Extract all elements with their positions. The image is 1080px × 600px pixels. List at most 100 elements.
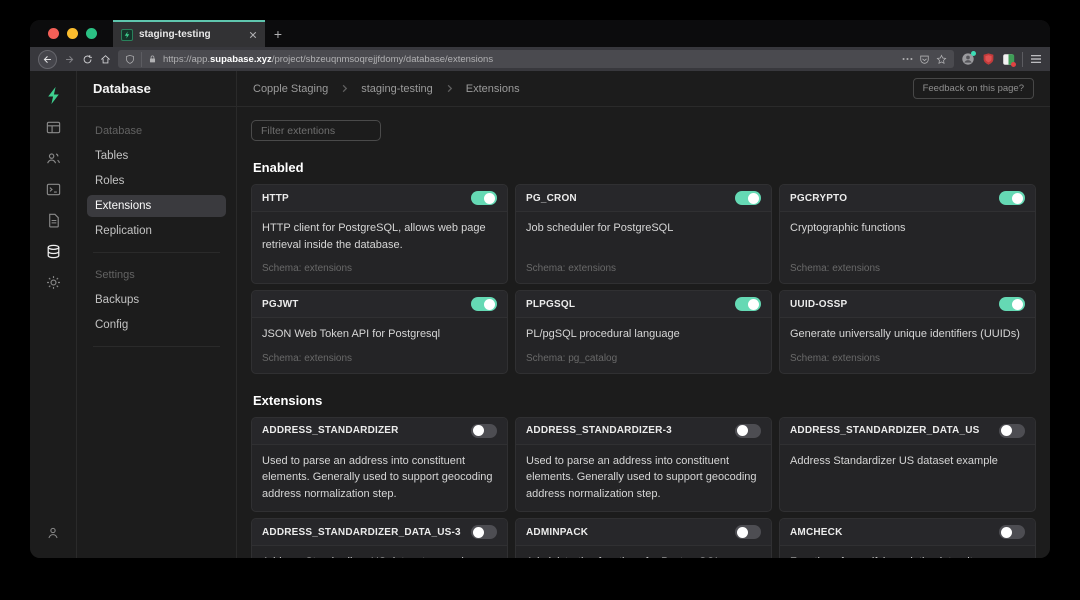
extension-description: Used to parse an address into constituen…: [262, 453, 497, 503]
extension-name: ADMINPACK: [526, 527, 588, 538]
extension-name: PGJWT: [262, 299, 299, 310]
page-header: Copple Staging staging-testing Extension…: [237, 71, 1050, 107]
extension-name: ADDRESS_STANDARDIZER-3: [526, 425, 672, 436]
extension-notification-dot: [971, 51, 976, 56]
password-extension-icon[interactable]: [1002, 53, 1015, 66]
sidebar-divider: [93, 346, 220, 347]
close-window-button[interactable]: [48, 28, 59, 39]
zoom-window-button[interactable]: [86, 28, 97, 39]
extension-toggle[interactable]: [999, 424, 1025, 438]
sidebar-group-label-settings: Settings: [87, 265, 226, 289]
database-icon[interactable]: [38, 236, 68, 266]
hamburger-menu-icon[interactable]: [1030, 54, 1042, 64]
extension-schema: Schema: pg_catalog: [526, 343, 761, 364]
enabled-extensions-grid: HTTP HTTP client for PostgreSQL, allows …: [251, 184, 1036, 374]
reload-button[interactable]: [82, 54, 93, 65]
extension-toggle[interactable]: [471, 525, 497, 539]
extension-toggle[interactable]: [999, 191, 1025, 205]
back-button[interactable]: [38, 50, 57, 69]
extension-card-plpgsql: PLPGSQL PL/pgSQL procedural languageSche…: [515, 290, 772, 374]
extension-schema: Schema: extensions: [262, 253, 497, 274]
sidebar-item-extensions[interactable]: Extensions: [87, 195, 226, 217]
sidebar-divider: [93, 252, 220, 253]
extension-card-address-standardizer-3: ADDRESS_STANDARDIZER-3 Used to parse an …: [515, 417, 772, 513]
extension-name: PG_CRON: [526, 193, 577, 204]
extension-toggle[interactable]: [735, 525, 761, 539]
extension-description: Used to parse an address into constituen…: [526, 453, 761, 503]
account-person-icon[interactable]: [38, 518, 68, 548]
auth-users-icon[interactable]: [38, 143, 68, 173]
extension-card-address-standardizer: ADDRESS_STANDARDIZER Used to parse an ad…: [251, 417, 508, 513]
extension-toggle[interactable]: [471, 424, 497, 438]
minimize-window-button[interactable]: [67, 28, 78, 39]
extension-card-pgcrypto: PGCRYPTO Cryptographic functionsSchema: …: [779, 184, 1036, 284]
desktop: { "browser": { "tab_title": "staging-tes…: [0, 0, 1080, 600]
extension-card-http: HTTP HTTP client for PostgreSQL, allows …: [251, 184, 508, 284]
extensions-page: Enabled HTTP HTTP client for PostgreSQL,…: [237, 107, 1050, 558]
chevron-right-icon: [340, 84, 349, 93]
supabase-favicon-icon: [121, 29, 133, 41]
window-controls: [30, 20, 113, 47]
feedback-button[interactable]: Feedback on this page?: [913, 78, 1034, 99]
extension-name: UUID-OSSP: [790, 299, 847, 310]
sql-terminal-icon[interactable]: [38, 174, 68, 204]
sidebar-item-config[interactable]: Config: [87, 314, 226, 336]
tab-close-icon[interactable]: [249, 31, 257, 39]
extension-toggle[interactable]: [735, 424, 761, 438]
browser-tab-bar: staging-testing +: [30, 20, 1050, 47]
extension-name: ADDRESS_STANDARDIZER_DATA_US: [790, 425, 980, 436]
sidebar-item-tables[interactable]: Tables: [87, 145, 226, 167]
breadcrumb-project[interactable]: staging-testing: [361, 83, 433, 95]
pocket-icon[interactable]: [919, 54, 930, 65]
url-bar[interactable]: https://app.supabase.xyz/project/sbzeuqn…: [118, 50, 954, 68]
chevron-right-icon: [445, 84, 454, 93]
bookmark-star-icon[interactable]: [936, 54, 947, 65]
page-actions-dots-icon[interactable]: [902, 57, 913, 61]
settings-gear-icon[interactable]: [38, 267, 68, 297]
extension-description: HTTP client for PostgreSQL, allows web p…: [262, 220, 497, 253]
breadcrumb-org[interactable]: Copple Staging: [253, 83, 328, 95]
sidebar-title: Database: [77, 71, 236, 107]
new-tab-button[interactable]: +: [265, 20, 291, 47]
extension-toggle[interactable]: [735, 191, 761, 205]
tracking-shield-icon[interactable]: [125, 54, 135, 65]
extension-card-address-standardizer-data-us-3: ADDRESS_STANDARDIZER_DATA_US-3 Address S…: [251, 518, 508, 558]
forward-button[interactable]: [64, 54, 75, 65]
extension-description: Functions for verifying relation integri…: [790, 554, 1025, 558]
account-extension-icon[interactable]: [961, 52, 975, 66]
extension-card-amcheck: AMCHECK Functions for verifying relation…: [779, 518, 1036, 558]
extension-description: Administrative functions for PostgreSQL: [526, 554, 761, 558]
docs-file-icon[interactable]: [38, 205, 68, 235]
extension-toggle[interactable]: [471, 297, 497, 311]
table-editor-icon[interactable]: [38, 112, 68, 142]
lock-icon[interactable]: [148, 54, 157, 64]
main-panel: Copple Staging staging-testing Extension…: [237, 71, 1050, 558]
extension-toggle[interactable]: [471, 191, 497, 205]
extension-toggle[interactable]: [999, 525, 1025, 539]
sidebar-item-replication[interactable]: Replication: [87, 220, 226, 242]
extension-schema: Schema: extensions: [526, 253, 761, 274]
tab-title: staging-testing: [139, 29, 243, 40]
home-button[interactable]: [100, 54, 111, 65]
sidebar-item-backups[interactable]: Backups: [87, 289, 226, 311]
browser-window: staging-testing + https://: [30, 20, 1050, 558]
available-extensions-grid: ADDRESS_STANDARDIZER Used to parse an ad…: [251, 417, 1036, 559]
extension-card-adminpack: ADMINPACK Administrative functions for P…: [515, 518, 772, 558]
breadcrumb-page: Extensions: [466, 83, 520, 95]
extension-toggle[interactable]: [735, 297, 761, 311]
extension-name: HTTP: [262, 193, 289, 204]
extension-description: Address Standardizer US dataset example: [790, 453, 1025, 470]
filter-extensions-input[interactable]: [251, 120, 381, 141]
extension-description: Address Standardizer US dataset example: [262, 554, 497, 558]
sidebar-menu: Database Tables Roles Extensions Replica…: [77, 107, 236, 373]
extension-card-address-standardizer-data-us: ADDRESS_STANDARDIZER_DATA_US Address Sta…: [779, 417, 1036, 513]
supabase-logo-icon[interactable]: [45, 79, 62, 111]
app-content: Database Database Tables Roles Extension…: [30, 71, 1050, 558]
sidebar-item-roles[interactable]: Roles: [87, 170, 226, 192]
ublock-extension-icon[interactable]: [982, 52, 995, 66]
extension-alert-dot: [1011, 62, 1016, 67]
browser-tab[interactable]: staging-testing: [113, 20, 265, 47]
section-heading-extensions: Extensions: [253, 393, 1034, 408]
sidebar: Database Database Tables Roles Extension…: [77, 71, 237, 558]
extension-toggle[interactable]: [999, 297, 1025, 311]
